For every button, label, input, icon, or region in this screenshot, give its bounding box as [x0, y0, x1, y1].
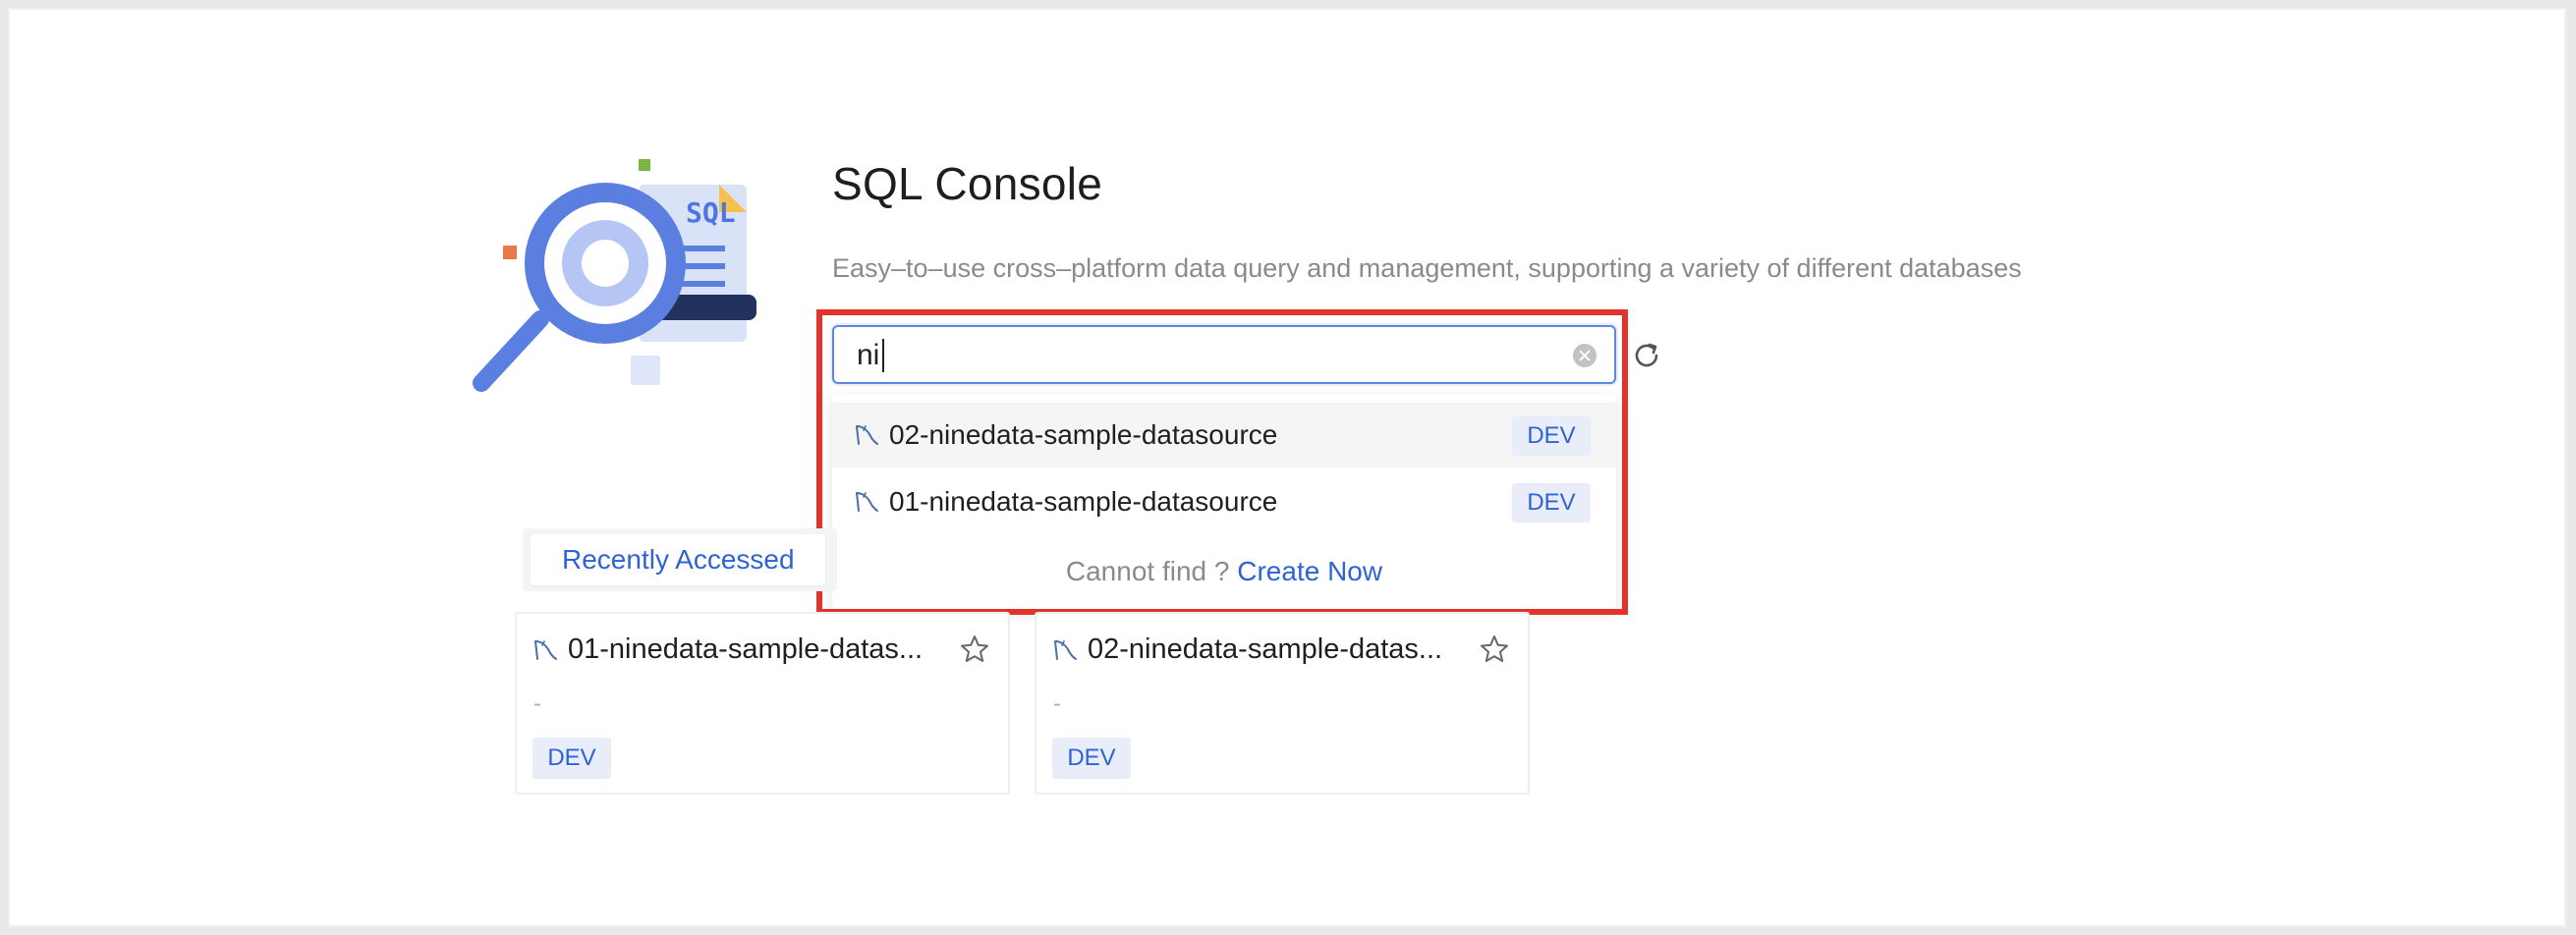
app-frame: SQL SQL Console Easy–to–use cross–platfo… — [8, 8, 2566, 927]
sql-label: SQL — [686, 196, 736, 229]
star-icon[interactable] — [1479, 633, 1510, 665]
magnifier-sql-illustration: SQL — [473, 159, 756, 392]
env-tag: DEV — [1052, 738, 1131, 779]
star-icon[interactable] — [959, 633, 990, 665]
page-subtitle: Easy–to–use cross–platform data query an… — [832, 253, 2022, 283]
card-description: - — [533, 690, 541, 717]
datasource-card[interactable]: 02-ninedata-sample-datas... - DEV — [1035, 612, 1530, 795]
card-name: 02-ninedata-sample-datas... — [1088, 633, 1443, 665]
datasource-card[interactable]: 01-ninedata-sample-datas... - DEV — [515, 612, 1010, 795]
highlight-annotation — [816, 309, 1628, 615]
mysql-icon — [1054, 640, 1077, 660]
card-description: - — [1053, 690, 1061, 717]
env-tag: DEV — [532, 738, 611, 779]
page-title: SQL Console — [832, 158, 1103, 209]
tab-recently-accessed[interactable]: Recently Accessed — [531, 534, 825, 585]
mysql-icon — [534, 640, 557, 660]
card-name: 01-ninedata-sample-datas... — [568, 633, 924, 665]
tab-bar: Recently Accessed — [523, 528, 837, 591]
refresh-icon[interactable] — [1631, 340, 1662, 371]
